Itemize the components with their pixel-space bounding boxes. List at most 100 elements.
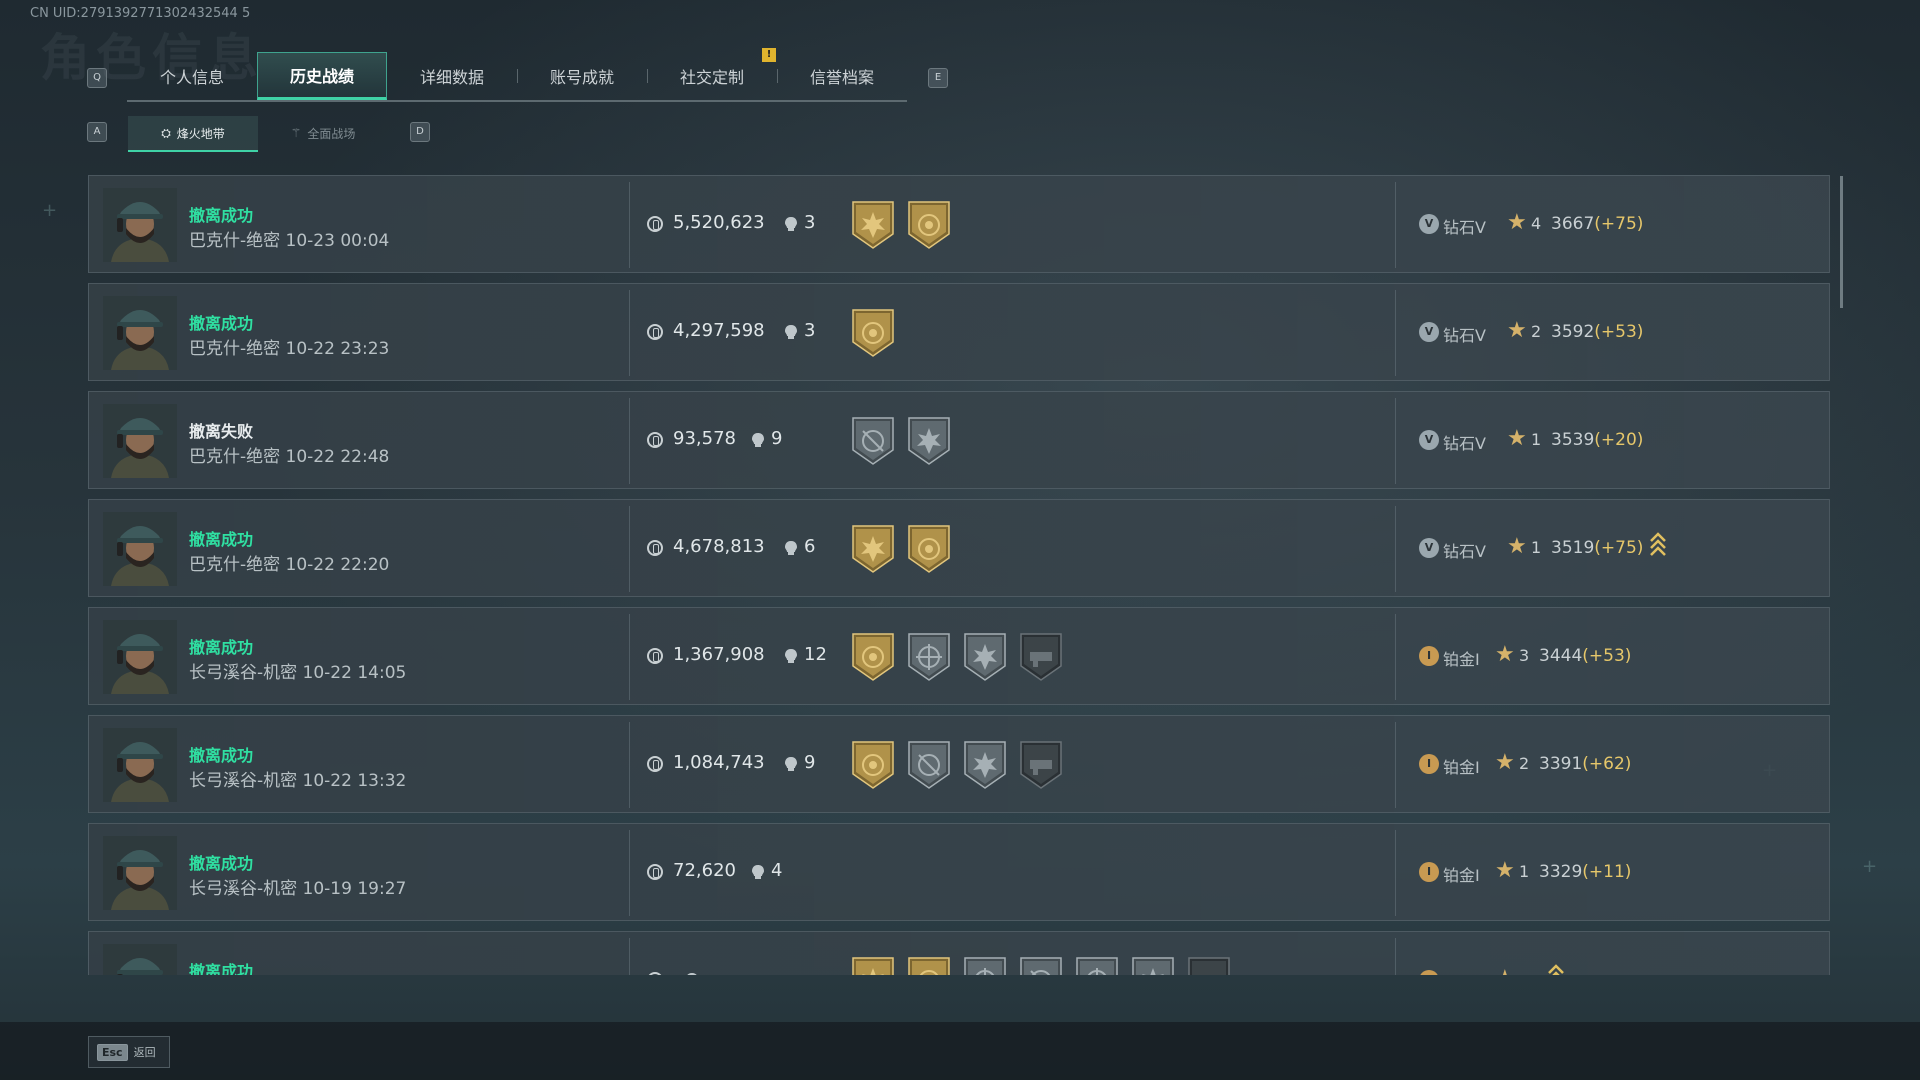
next-tab-key-hint[interactable]: E <box>928 68 948 88</box>
medal-silver-target-icon[interactable] <box>1075 956 1119 975</box>
star-icon: ★ <box>1507 210 1527 235</box>
hafcoin-icon <box>647 540 663 556</box>
star-count: 3 <box>1519 646 1530 665</box>
warfare-icon: ⚚ <box>290 126 302 140</box>
medal-gold-burst-icon[interactable] <box>851 524 895 574</box>
medal-silver-crosshair-icon[interactable] <box>851 416 895 466</box>
tab-0[interactable]: 个人信息 <box>127 52 257 100</box>
match-row[interactable]: 撤离失败 巴克什-绝密 10-22 22:48 93,578 9 V 钻石V ★ 1 3539(… <box>88 391 1830 489</box>
tab-4[interactable]: 社交定制 <box>647 52 777 100</box>
score-delta: (+75) <box>1594 538 1644 558</box>
subtab-0[interactable]: ⛭ 烽火地带 <box>128 116 258 152</box>
hafcoin-icon <box>647 972 663 975</box>
rank-tier-icon: I <box>1419 970 1439 975</box>
medal-dark-gun-icon[interactable] <box>1187 956 1231 975</box>
loot-value: 93,578 <box>673 428 736 449</box>
extraction-status: 撤离成功 <box>189 530 254 549</box>
tab-3[interactable]: 账号成就 <box>517 52 647 100</box>
subtab-1[interactable]: ⚚ 全面战场 <box>258 116 388 150</box>
mode-subtab-bar: ⛭ 烽火地带 ⚚ 全面战场 <box>128 116 388 152</box>
rank-name: 铂金I <box>1443 758 1480 777</box>
next-subtab-key-hint[interactable]: D <box>410 122 430 142</box>
rank-name: 铂金I <box>1443 866 1480 885</box>
divider <box>1395 398 1396 484</box>
divider <box>629 614 630 700</box>
medal-gold-coin-icon[interactable] <box>851 740 895 790</box>
match-row[interactable]: 撤离成功 巴克什-绝密 10-23 00:04 5,520,623 3 V 钻石V ★ 4 36… <box>88 175 1830 273</box>
medal-gold-coin-icon[interactable] <box>907 200 951 250</box>
prev-subtab-key-hint[interactable]: A <box>87 122 107 142</box>
medal-list <box>851 632 1063 682</box>
map-and-time: 巴克什-绝密 10-23 00:04 <box>189 231 390 251</box>
score-value: 3329 <box>1539 862 1583 882</box>
skull-icon <box>785 649 797 663</box>
rank-score: 3592(+53) <box>1551 322 1643 342</box>
medal-silver-burst-icon[interactable] <box>963 632 1007 682</box>
match-row[interactable]: 撤离成功 长弓溪谷-机密 10-22 14:05 1,367,908 12 I 铂金I ★ 3… <box>88 607 1830 705</box>
score-delta: (+20) <box>1594 430 1644 450</box>
loot-value: 4,297,598 <box>673 320 765 341</box>
hazard-icon: ⛭ <box>161 125 171 140</box>
back-button[interactable]: Esc 返回 <box>88 1036 170 1068</box>
medal-gold-coin-icon[interactable] <box>907 524 951 574</box>
medal-dark-gun-icon[interactable] <box>1019 632 1063 682</box>
medal-silver-burst-icon[interactable] <box>1131 956 1175 975</box>
divider <box>629 182 630 268</box>
esc-key-icon: Esc <box>97 1043 128 1061</box>
tab-2[interactable]: 详细数据 <box>387 52 517 100</box>
operator-avatar <box>103 188 177 262</box>
match-row[interactable]: 撤离成功 I ★ <box>88 931 1830 975</box>
divider <box>629 290 630 376</box>
star-count: 1 <box>1531 430 1542 449</box>
map-and-time: 巴克什-绝密 10-22 22:20 <box>189 555 390 575</box>
star-icon: ★ <box>1495 750 1515 775</box>
medal-dark-gun-icon[interactable] <box>1019 740 1063 790</box>
tab-1[interactable]: 历史战绩 <box>257 52 387 100</box>
main-tab-bar: 个人信息 历史战绩 详细数据 账号成就 社交定制 信誉档案 <box>127 52 907 102</box>
back-label: 返回 <box>133 1046 156 1059</box>
match-row[interactable]: 撤离成功 长弓溪谷-机密 10-22 13:32 1,084,743 9 I 铂金I ★ 2 3… <box>88 715 1830 813</box>
hafcoin-icon <box>647 324 663 340</box>
list-scrollbar[interactable] <box>1840 176 1843 308</box>
score-value: 3539 <box>1551 430 1595 450</box>
rank-score: 3667(+75) <box>1551 214 1643 234</box>
medal-gold-coin-icon[interactable] <box>851 632 895 682</box>
match-row[interactable]: 撤离成功 巴克什-绝密 10-22 23:23 4,297,598 3 V 钻石V ★ 2 35… <box>88 283 1830 381</box>
divider <box>1395 290 1396 376</box>
score-delta: (+53) <box>1582 646 1632 666</box>
score-delta: (+62) <box>1582 754 1632 774</box>
medal-silver-crosshair-icon[interactable] <box>1019 956 1063 975</box>
medal-silver-target-icon[interactable] <box>907 632 951 682</box>
match-row[interactable]: 撤离成功 长弓溪谷-机密 10-19 19:27 72,620 4 I 铂金I ★ 1 3329… <box>88 823 1830 921</box>
medal-list <box>851 524 951 574</box>
divider <box>629 398 630 484</box>
rank-score: 3391(+62) <box>1539 754 1631 774</box>
match-row[interactable]: 撤离成功 巴克什-绝密 10-22 22:20 4,678,813 6 V 钻石V ★ 1 35… <box>88 499 1830 597</box>
medal-silver-target-icon[interactable] <box>963 956 1007 975</box>
extraction-status: 撤离成功 <box>189 314 254 333</box>
star-icon: ★ <box>1495 968 1515 976</box>
loot-value: 4,678,813 <box>673 536 765 557</box>
match-history-list: 撤离成功 巴克什-绝密 10-23 00:04 5,520,623 3 V 钻石V ★ 4 36… <box>88 175 1832 975</box>
rank-score: 3539(+20) <box>1551 430 1643 450</box>
subtab-label: 全面战场 <box>307 126 356 141</box>
medal-list <box>851 416 951 466</box>
medal-gold-coin-icon[interactable] <box>907 956 951 975</box>
kill-count: 3 <box>804 212 816 233</box>
rank-tier-icon: V <box>1419 538 1439 558</box>
prev-tab-key-hint[interactable]: Q <box>87 68 107 88</box>
kill-count: 9 <box>771 428 783 449</box>
medal-gold-coin-icon[interactable] <box>851 308 895 358</box>
rank-tier-icon: I <box>1419 646 1439 666</box>
map-and-time: 巴克什-绝密 10-22 23:23 <box>189 339 390 359</box>
medal-silver-burst-icon[interactable] <box>907 416 951 466</box>
medal-gold-burst-icon[interactable] <box>851 956 895 975</box>
skull-icon <box>752 865 764 879</box>
kill-count: 9 <box>804 752 816 773</box>
operator-avatar <box>103 296 177 370</box>
medal-gold-burst-icon[interactable] <box>851 200 895 250</box>
medal-list <box>851 740 1063 790</box>
medal-silver-burst-icon[interactable] <box>963 740 1007 790</box>
tab-5[interactable]: 信誉档案 <box>777 52 907 100</box>
medal-silver-crosshair-icon[interactable] <box>907 740 951 790</box>
